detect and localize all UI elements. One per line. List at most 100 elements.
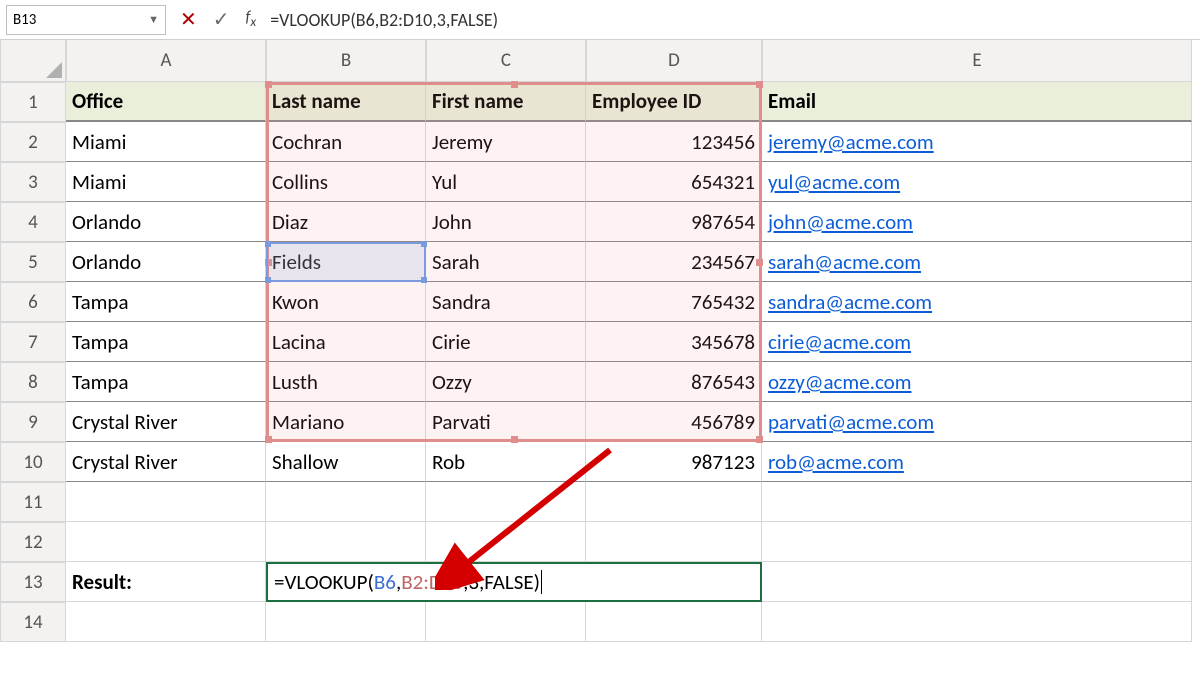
email-link[interactable]: sarah@acme.com [768, 249, 921, 275]
cell-A8[interactable]: Tampa [66, 362, 266, 402]
col-header-B[interactable]: B [266, 40, 426, 82]
cell-E4[interactable]: john@acme.com [762, 202, 1192, 242]
cell-C12[interactable] [426, 522, 586, 562]
cell-A3[interactable]: Miami [66, 162, 266, 202]
cell-B10[interactable]: Shallow [266, 442, 426, 482]
spreadsheet-grid[interactable]: A B C D E [0, 40, 1200, 82]
cell-D6[interactable]: 765432 [586, 282, 762, 322]
row-header[interactable]: 7 [0, 322, 66, 362]
email-link[interactable]: jeremy@acme.com [768, 129, 934, 155]
cell-C9[interactable]: Parvati [426, 402, 586, 442]
cell-D5[interactable]: 234567 [586, 242, 762, 282]
cell-A5[interactable]: Orlando [66, 242, 266, 282]
cell-B14[interactable] [266, 602, 426, 642]
email-link[interactable]: ozzy@acme.com [768, 369, 912, 395]
row-header[interactable]: 8 [0, 362, 66, 402]
cell-C7[interactable]: Cirie [426, 322, 586, 362]
cell-C6[interactable]: Sandra [426, 282, 586, 322]
cell-E3[interactable]: yul@acme.com [762, 162, 1192, 202]
cell-E14[interactable] [762, 602, 1192, 642]
row-header[interactable]: 14 [0, 602, 66, 642]
select-all-corner[interactable] [0, 40, 66, 82]
email-link[interactable]: john@acme.com [768, 209, 913, 235]
cell-B9[interactable]: Mariano [266, 402, 426, 442]
cell-C11[interactable] [426, 482, 586, 522]
col-header-A[interactable]: A [66, 40, 266, 82]
cell-C2[interactable]: Jeremy [426, 122, 586, 162]
cell-D4[interactable]: 987654 [586, 202, 762, 242]
row-header[interactable]: 10 [0, 442, 66, 482]
cell-E8[interactable]: ozzy@acme.com [762, 362, 1192, 402]
cell-B3[interactable]: Collins [266, 162, 426, 202]
cell-D8[interactable]: 876543 [586, 362, 762, 402]
cell-C10[interactable]: Rob [426, 442, 586, 482]
row-header[interactable]: 2 [0, 122, 66, 162]
cell-D12[interactable] [586, 522, 762, 562]
cell-E2[interactable]: jeremy@acme.com [762, 122, 1192, 162]
cell-A12[interactable] [66, 522, 266, 562]
row-header[interactable]: 5 [0, 242, 66, 282]
cell-B8[interactable]: Lusth [266, 362, 426, 402]
col-header-E[interactable]: E [762, 40, 1192, 82]
email-link[interactable]: yul@acme.com [768, 169, 900, 195]
cell-D7[interactable]: 345678 [586, 322, 762, 362]
cell-D2[interactable]: 123456 [586, 122, 762, 162]
cell-B12[interactable] [266, 522, 426, 562]
row-header[interactable]: 12 [0, 522, 66, 562]
fx-icon[interactable]: fx [246, 8, 257, 30]
cell-A9[interactable]: Crystal River [66, 402, 266, 442]
cell-A14[interactable] [66, 602, 266, 642]
cell-C5[interactable]: Sarah [426, 242, 586, 282]
formula-bar-input[interactable]: =VLOOKUP(B6,B2:D10,3,FALSE) [270, 9, 498, 31]
cell-C8[interactable]: Ozzy [426, 362, 586, 402]
cell-C1[interactable]: First name [426, 82, 586, 122]
chevron-down-icon[interactable]: ▼ [148, 13, 159, 26]
cell-A13[interactable]: Result: [66, 562, 266, 602]
cell-D11[interactable] [586, 482, 762, 522]
cell-E6[interactable]: sandra@acme.com [762, 282, 1192, 322]
cell-B6[interactable]: Kwon [266, 282, 426, 322]
col-header-C[interactable]: C [426, 40, 586, 82]
cell-C4[interactable]: John [426, 202, 586, 242]
cell-E9[interactable]: parvati@acme.com [762, 402, 1192, 442]
cell-D14[interactable] [586, 602, 762, 642]
cell-A11[interactable] [66, 482, 266, 522]
cell-A6[interactable]: Tampa [66, 282, 266, 322]
cell-C3[interactable]: Yul [426, 162, 586, 202]
row-header[interactable]: 11 [0, 482, 66, 522]
row-header[interactable]: 9 [0, 402, 66, 442]
cell-A7[interactable]: Tampa [66, 322, 266, 362]
cell-E7[interactable]: cirie@acme.com [762, 322, 1192, 362]
name-box[interactable]: B13 ▼ [6, 5, 166, 35]
cell-E12[interactable] [762, 522, 1192, 562]
cell-B2[interactable]: Cochran [266, 122, 426, 162]
email-link[interactable]: parvati@acme.com [768, 409, 934, 435]
cell-B11[interactable] [266, 482, 426, 522]
cell-E11[interactable] [762, 482, 1192, 522]
cell-E1[interactable]: Email [762, 82, 1192, 122]
cell-D1[interactable]: Employee ID [586, 82, 762, 122]
cell-D9[interactable]: 456789 [586, 402, 762, 442]
row-header[interactable]: 3 [0, 162, 66, 202]
row-header[interactable]: 6 [0, 282, 66, 322]
editing-cell-B13[interactable]: =VLOOKUP(B6,B2:D10,3,FALSE) [266, 562, 762, 602]
row-header[interactable]: 13 [0, 562, 66, 602]
cell-B1[interactable]: Last name [266, 82, 426, 122]
cell-E5[interactable]: sarah@acme.com [762, 242, 1192, 282]
cell-C14[interactable] [426, 602, 586, 642]
col-header-D[interactable]: D [586, 40, 762, 82]
cell-D3[interactable]: 654321 [586, 162, 762, 202]
cell-B4[interactable]: Diaz [266, 202, 426, 242]
cell-E10[interactable]: rob@acme.com [762, 442, 1192, 482]
accept-formula-icon[interactable]: ✓ [213, 7, 230, 32]
cell-A1[interactable]: Office [66, 82, 266, 122]
email-link[interactable]: rob@acme.com [768, 449, 904, 475]
row-header[interactable]: 4 [0, 202, 66, 242]
email-link[interactable]: sandra@acme.com [768, 289, 932, 315]
cell-A10[interactable]: Crystal River [66, 442, 266, 482]
cancel-formula-icon[interactable]: ✕ [180, 7, 197, 32]
cell-B5[interactable]: Fields [266, 242, 426, 282]
email-link[interactable]: cirie@acme.com [768, 329, 911, 355]
cell-E13[interactable] [762, 562, 1192, 602]
cell-A4[interactable]: Orlando [66, 202, 266, 242]
